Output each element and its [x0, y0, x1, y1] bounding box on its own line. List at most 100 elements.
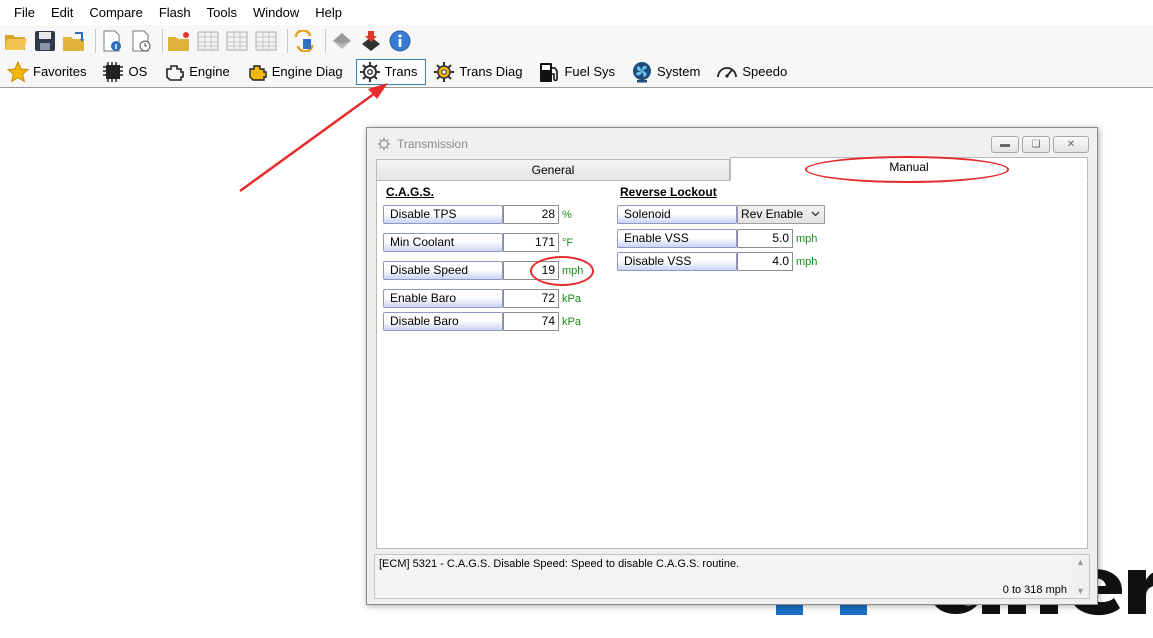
- param-value-input[interactable]: 4.0: [737, 252, 793, 271]
- window-controls: ▬ ❏ ✕: [988, 136, 1089, 153]
- nav-favorites[interactable]: Favorites: [4, 59, 95, 85]
- param-label[interactable]: Disable TPS: [383, 205, 503, 224]
- fuel-pump-icon: [538, 61, 560, 83]
- menu-tools[interactable]: Tools: [199, 0, 245, 25]
- read-chip-icon[interactable]: [330, 29, 354, 53]
- file-info-icon[interactable]: [100, 29, 124, 53]
- chip-icon: [102, 61, 124, 83]
- param-unit: %: [562, 208, 572, 221]
- nav-system[interactable]: System: [628, 59, 709, 85]
- fan-icon: [631, 61, 653, 83]
- param-value-input[interactable]: 74: [503, 312, 559, 331]
- info-scrollbar[interactable]: ▲ ▼: [1072, 555, 1089, 598]
- tab-manual[interactable]: Manual: [730, 157, 1088, 181]
- table-icon[interactable]: [196, 29, 220, 53]
- open-folder-icon[interactable]: [4, 29, 28, 53]
- param-unit: kPa: [562, 292, 581, 305]
- close-icon: ✕: [1066, 139, 1076, 150]
- gear-icon: [359, 61, 381, 83]
- param-label[interactable]: Solenoid: [617, 205, 737, 224]
- info-icon[interactable]: [388, 29, 412, 53]
- param-row: Disable TPS 28 %: [383, 205, 572, 224]
- tab-general[interactable]: General: [376, 159, 730, 181]
- close-button[interactable]: ✕: [1053, 136, 1089, 153]
- menu-help[interactable]: Help: [307, 0, 350, 25]
- nav-trans-diag-label: Trans Diag: [459, 64, 523, 79]
- param-row: Min Coolant 171 °F: [383, 233, 573, 252]
- param-value-input[interactable]: 5.0: [737, 229, 793, 248]
- minimize-icon: ▬: [1000, 139, 1010, 150]
- menu-edit[interactable]: Edit: [43, 0, 81, 25]
- nav-speedo[interactable]: Speedo: [713, 59, 796, 85]
- folder-star-icon[interactable]: [167, 29, 191, 53]
- scroll-up-icon[interactable]: ▲: [1076, 557, 1085, 567]
- nav-trans[interactable]: Trans: [355, 58, 427, 85]
- param-label[interactable]: Disable VSS: [617, 252, 737, 271]
- convert-icon[interactable]: [292, 29, 316, 53]
- param-value-input[interactable]: 19: [503, 261, 559, 280]
- table-compare-icon[interactable]: [225, 29, 249, 53]
- save-icon[interactable]: [33, 29, 57, 53]
- param-unit: mph: [796, 255, 818, 268]
- param-label[interactable]: Enable VSS: [617, 229, 737, 248]
- solenoid-select[interactable]: Rev Enable: [737, 205, 825, 224]
- scroll-down-icon[interactable]: ▼: [1076, 586, 1085, 596]
- minimize-button[interactable]: ▬: [991, 136, 1019, 153]
- menu-bar: File Edit Compare Flash Tools Window Hel…: [0, 0, 1153, 25]
- gear-diag-icon: [433, 61, 455, 83]
- nav-fuel-sys-label: Fuel Sys: [564, 64, 616, 79]
- menu-file[interactable]: File: [6, 0, 43, 25]
- restore-icon: ❏: [1031, 139, 1041, 150]
- file-history-icon[interactable]: [129, 29, 153, 53]
- nav-engine-label: Engine: [189, 64, 230, 79]
- param-row: Solenoid Rev Enable: [617, 205, 825, 224]
- engine-icon: [163, 61, 185, 83]
- nav-fuel-sys[interactable]: Fuel Sys: [535, 59, 624, 85]
- info-panel: [ECM] 5321 - C.A.G.S. Disable Speed: Spe…: [374, 554, 1090, 599]
- table-diff-icon[interactable]: [254, 29, 278, 53]
- param-row: Enable Baro 72 kPa: [383, 289, 581, 308]
- param-row: Disable VSS 4.0 mph: [617, 252, 817, 271]
- param-label[interactable]: Min Coolant: [383, 233, 503, 252]
- nav-system-label: System: [657, 64, 701, 79]
- info-range: 0 to 318 mph: [1002, 584, 1067, 596]
- write-chip-icon[interactable]: [359, 29, 383, 53]
- window-title: Transmission: [397, 137, 468, 151]
- nav-bar: Favorites OS Engine Engine Diag Trans Tr…: [0, 56, 1153, 88]
- transmission-window: Transmission ▬ ❏ ✕ General Manual C.A.G.…: [366, 127, 1098, 605]
- menu-window[interactable]: Window: [245, 0, 307, 25]
- nav-engine-diag[interactable]: Engine Diag: [243, 59, 352, 85]
- param-label[interactable]: Enable Baro: [383, 289, 503, 308]
- param-unit: mph: [562, 264, 584, 277]
- param-value-input[interactable]: 28: [503, 205, 559, 224]
- toolbar-divider: [162, 28, 163, 53]
- param-row: Disable Speed 19 mph: [383, 261, 583, 280]
- param-value-input[interactable]: 72: [503, 289, 559, 308]
- param-unit: kPa: [562, 315, 581, 328]
- info-description: [ECM] 5321 - C.A.G.S. Disable Speed: Spe…: [379, 558, 740, 570]
- gear-icon: [377, 137, 391, 151]
- nav-os[interactable]: OS: [99, 59, 156, 85]
- param-row: Enable VSS 5.0 mph: [617, 229, 817, 248]
- param-value-input[interactable]: 171: [503, 233, 559, 252]
- tab-panel-manual: C.A.G.S. Disable TPS 28 % Min Coolant 17…: [376, 181, 1088, 549]
- nav-engine-diag-label: Engine Diag: [271, 64, 343, 79]
- nav-trans-label: Trans: [384, 64, 418, 79]
- star-icon: [7, 60, 29, 83]
- toolbar-divider: [95, 28, 96, 53]
- param-label[interactable]: Disable Baro: [383, 312, 503, 331]
- toolbar: [0, 25, 1153, 56]
- menu-flash[interactable]: Flash: [151, 0, 199, 25]
- param-label[interactable]: Disable Speed: [383, 261, 503, 280]
- toolbar-divider: [287, 28, 288, 53]
- maximize-button[interactable]: ❏: [1022, 136, 1050, 153]
- nav-trans-diag[interactable]: Trans Diag: [430, 59, 531, 85]
- menu-compare[interactable]: Compare: [81, 0, 150, 25]
- nav-engine[interactable]: Engine: [160, 59, 238, 85]
- folder-return-icon[interactable]: [62, 29, 86, 53]
- param-unit: mph: [796, 232, 818, 245]
- nav-speedo-label: Speedo: [742, 64, 788, 79]
- solenoid-select-value: Rev Enable: [741, 207, 804, 221]
- nav-os-label: OS: [128, 64, 148, 79]
- nav-favorites-label: Favorites: [33, 64, 87, 79]
